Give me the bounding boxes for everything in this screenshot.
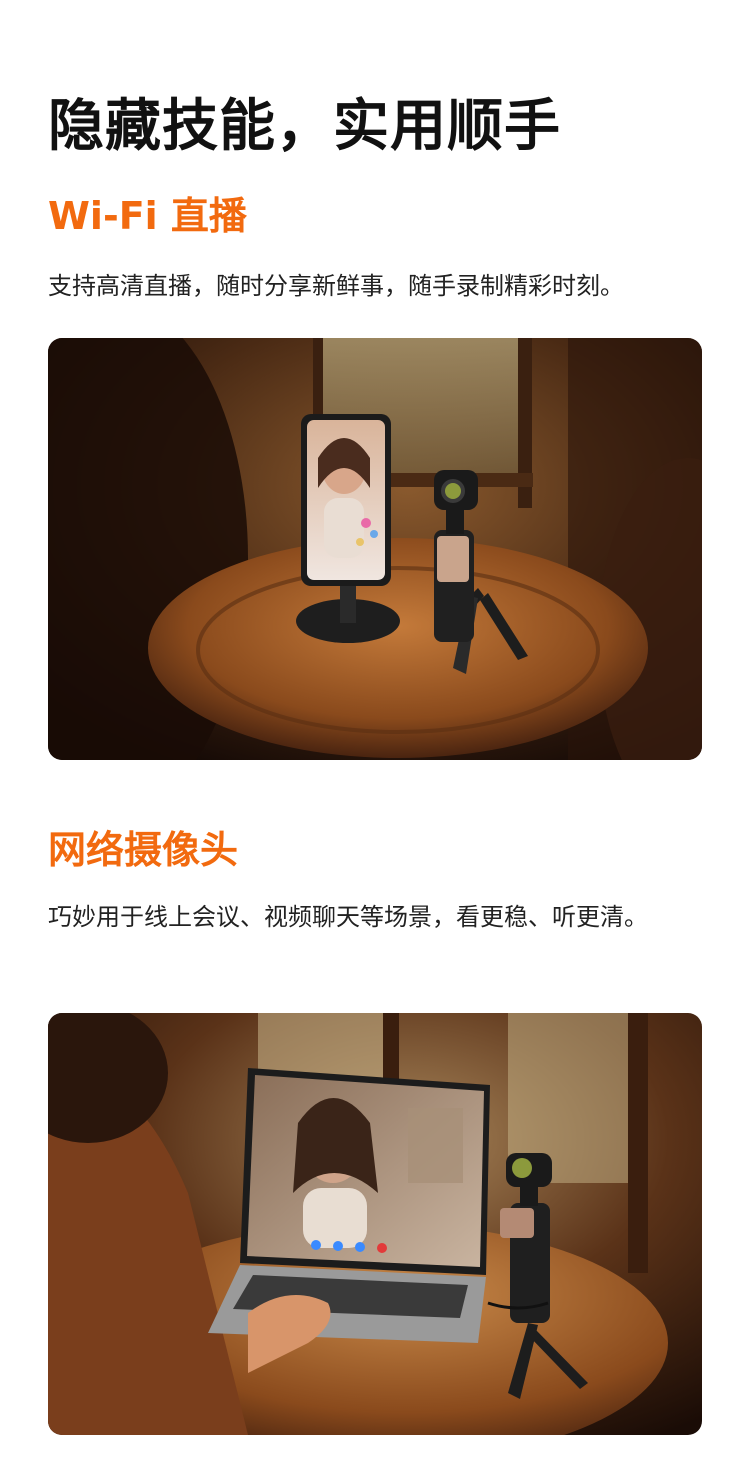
section-desc-wifi-live: 支持高清直播，随时分享新鲜事，随手录制精彩时刻。 <box>48 272 624 300</box>
section-title-wifi-live: Wi-Fi 直播 <box>48 194 247 238</box>
webcam-photo <box>48 1013 702 1435</box>
section-title-webcam: 网络摄像头 <box>48 828 239 872</box>
section-desc-webcam: 巧妙用于线上会议、视频聊天等场景，看更稳、听更清。 <box>48 903 648 931</box>
livestream-photo <box>48 338 702 760</box>
page-title: 隐藏技能，实用顺手 <box>48 94 561 159</box>
